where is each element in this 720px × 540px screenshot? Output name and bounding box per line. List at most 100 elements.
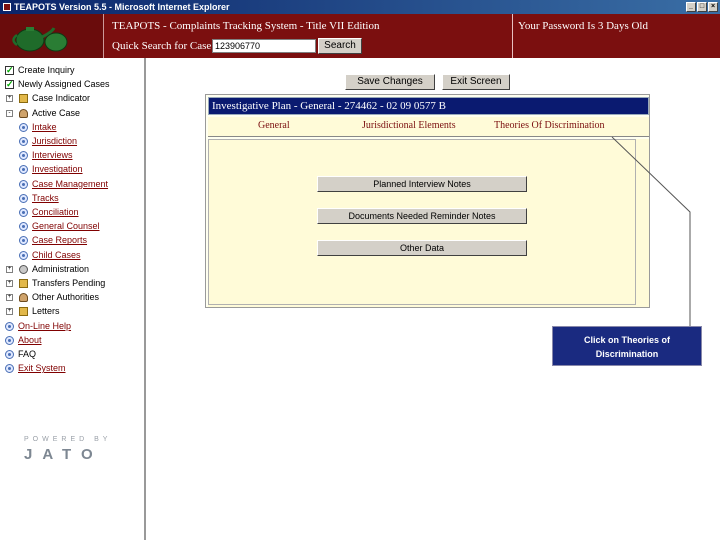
sidebar-item-label: Case Reports — [32, 235, 88, 246]
sidebar-item-label: Other Authorities — [32, 292, 100, 303]
sidebar-item-about[interactable]: About — [0, 334, 144, 347]
check-icon — [5, 64, 14, 77]
main-content: Save Changes Exit Screen Investigative P… — [148, 58, 720, 540]
window-title-bar: TEAPOTS Version 5.5 - Microsoft Internet… — [0, 0, 720, 14]
app-header: TEAPOTS - Complaints Tracking System - T… — [0, 14, 720, 58]
doc-icon — [19, 222, 28, 232]
quick-search-label: Quick Search for Case — [112, 40, 212, 52]
exit-screen-button[interactable]: Exit Screen — [442, 74, 510, 90]
tab-jurisdictional-elements[interactable]: Jurisdictional Elements — [362, 120, 456, 131]
window-controls: _ □ × — [686, 2, 718, 12]
close-button[interactable]: × — [708, 2, 718, 12]
sidebar-item-label: Investigation — [32, 164, 83, 175]
expand-icon[interactable]: + — [6, 294, 13, 302]
sidebar-item-label: Tracks — [32, 192, 59, 203]
screen: TEAPOTS Version 5.5 - Microsoft Internet… — [0, 0, 720, 540]
sidebar-item-case-management[interactable]: Case Management — [0, 178, 144, 191]
documents-needed-reminder-notes-button[interactable]: Documents Needed Reminder Notes — [317, 208, 527, 224]
callout-box: Click on Theories of Discrimination — [552, 326, 702, 366]
sidebar-item-on-line-help[interactable]: On-Line Help — [0, 320, 144, 333]
sidebar-item-label: Child Cases — [32, 249, 81, 260]
sidebar-item-transfers-pending[interactable]: + Transfers Pending — [0, 277, 144, 290]
sidebar-item-active-case[interactable]: - Active Case — [0, 107, 144, 120]
sidebar-item-label: Jurisdiction — [32, 136, 78, 146]
sidebar-item-investigation[interactable]: Investigation — [0, 163, 144, 176]
planned-interview-notes-button[interactable]: Planned Interview Notes — [317, 176, 527, 192]
doc-icon — [5, 350, 14, 359]
sidebar-item-label: On-Line Help — [18, 320, 72, 331]
quick-search-input[interactable]: 123906770 — [212, 39, 316, 53]
search-button[interactable]: Search — [318, 38, 362, 54]
check-icon — [5, 78, 14, 91]
sidebar-item-conciliation[interactable]: Conciliation — [0, 206, 144, 219]
sidebar-item-interviews[interactable]: Interviews — [0, 149, 144, 162]
tab-bar: General Jurisdictional Elements Theories… — [208, 117, 649, 137]
sidebar-item-jurisdiction[interactable]: Jurisdiction — [0, 135, 144, 148]
people-icon — [19, 108, 28, 118]
sidebar-nav: POWERED BY JATO Create Inquiry Newly Assi… — [0, 58, 146, 540]
window-title: TEAPOTS Version 5.5 - Microsoft Internet… — [14, 2, 230, 12]
collapse-icon[interactable]: - — [6, 109, 13, 117]
ie-app-icon — [3, 3, 11, 11]
sidebar-item-label: Intake — [32, 121, 57, 132]
sidebar-item-label: Active Case — [32, 107, 81, 118]
sidebar-item-child-cases[interactable]: Child Cases — [0, 249, 144, 262]
header-divider — [512, 14, 513, 58]
expand-icon[interactable]: + — [6, 308, 13, 316]
doc-icon — [19, 193, 28, 203]
password-notice: Your Password Is 3 Days Old — [518, 20, 648, 32]
sidebar-item-label: Newly Assigned Cases — [18, 79, 110, 90]
gear-icon — [19, 264, 28, 274]
doc-icon — [5, 321, 14, 331]
sidebar-item-label: Case Management — [32, 178, 109, 189]
sidebar-item-label: About — [18, 334, 42, 345]
sidebar-item-newly-assigned-cases[interactable]: Newly Assigned Cases — [0, 78, 144, 91]
doc-icon — [19, 179, 28, 189]
sidebar-item-case-indicator[interactable]: + Case Indicator — [0, 92, 144, 105]
sidebar-item-exit-system[interactable]: Exit System — [0, 362, 144, 375]
powered-by-label: POWERED BY — [24, 436, 112, 443]
doc-icon — [5, 364, 14, 374]
sidebar-item-faq[interactable]: FAQ — [0, 348, 144, 361]
sidebar-item-case-reports[interactable]: Case Reports — [0, 234, 144, 247]
doc-icon — [19, 208, 28, 217]
maximize-button[interactable]: □ — [697, 2, 707, 12]
tab-general[interactable]: General — [258, 120, 290, 131]
expand-icon[interactable]: + — [6, 280, 13, 287]
sidebar-item-label: Letters — [32, 306, 60, 317]
folder-icon — [19, 279, 28, 288]
other-data-button[interactable]: Other Data — [317, 240, 527, 256]
folder-icon — [19, 307, 28, 317]
expand-icon[interactable]: + — [6, 95, 13, 103]
doc-icon — [5, 335, 14, 345]
sidebar-item-label: Conciliation — [32, 207, 79, 217]
sidebar-item-other-authorities[interactable]: + Other Authorities — [0, 291, 144, 304]
sidebar-item-general-counsel[interactable]: General Counsel — [0, 220, 144, 233]
investigative-plan-panel: Investigative Plan - General - 274462 - … — [205, 94, 650, 308]
doc-icon — [19, 236, 28, 246]
doc-icon — [19, 165, 28, 175]
tab-content: Planned Interview Notes Documents Needed… — [208, 139, 649, 307]
sidebar-item-label: Interviews — [32, 150, 73, 161]
app-title: TEAPOTS - Complaints Tracking System - T… — [112, 20, 380, 32]
sidebar-item-administration[interactable]: + Administration — [0, 263, 144, 276]
sidebar-item-tracks[interactable]: Tracks — [0, 192, 144, 205]
sidebar-item-intake[interactable]: Intake — [0, 121, 144, 134]
minimize-button[interactable]: _ — [686, 2, 696, 12]
plan-header: Investigative Plan - General - 274462 - … — [208, 97, 649, 115]
doc-icon — [19, 137, 28, 146]
sidebar-item-label: Create Inquiry — [18, 65, 75, 75]
save-changes-button[interactable]: Save Changes — [345, 74, 435, 90]
jato-logo: JATO — [24, 446, 103, 463]
expand-icon[interactable]: + — [6, 265, 13, 273]
teapot-icon — [12, 27, 68, 52]
tab-content-frame: Planned Interview Notes Documents Needed… — [208, 139, 636, 305]
doc-icon — [19, 122, 28, 132]
sidebar-item-letters[interactable]: + Letters — [0, 305, 144, 318]
sidebar-item-create-inquiry[interactable]: Create Inquiry — [0, 64, 144, 77]
folder-icon — [19, 94, 28, 104]
people-icon — [19, 293, 28, 303]
sidebar-item-label: FAQ — [18, 349, 37, 359]
tab-theories-of-discrimination[interactable]: Theories Of Discrimination — [494, 120, 605, 131]
teapot-logo — [0, 14, 104, 58]
